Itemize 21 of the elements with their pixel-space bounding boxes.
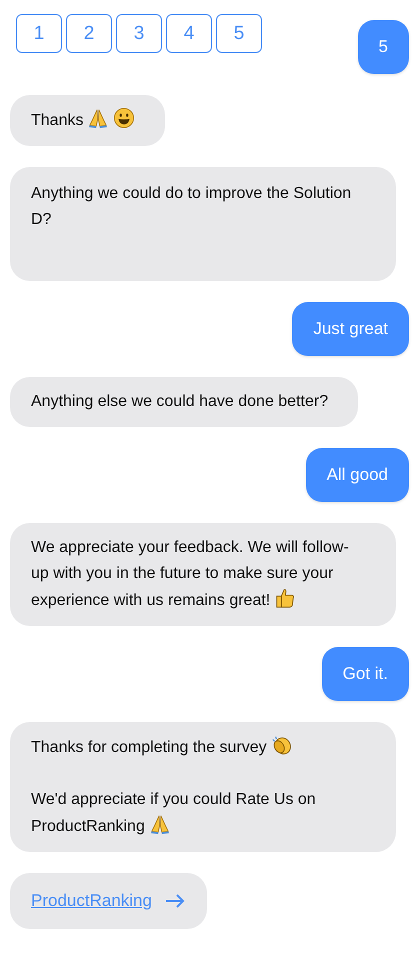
praying-hands-icon <box>87 107 110 129</box>
message-text: Thanks for completing the survey <box>31 734 366 761</box>
message-text: Thanks <box>31 107 136 134</box>
message-text: All good <box>326 464 388 486</box>
message-text: We'd appreciate if you could Rate Us on ProductRanking <box>31 790 317 837</box>
praying-hands-icon <box>148 813 171 835</box>
message-text: Anything we could do to improve the Solution D? <box>31 184 352 230</box>
rating-option[interactable]: 5 <box>216 14 262 53</box>
message-text: 5 <box>378 36 388 58</box>
rating-option[interactable]: 1 <box>16 14 62 53</box>
rating-option[interactable]: 4 <box>166 14 212 53</box>
thumbs-up-icon <box>274 587 296 609</box>
arrow-right-icon <box>164 893 186 909</box>
product-ranking-link[interactable]: ProductRanking <box>10 873 207 929</box>
message-text: Got it. <box>342 663 388 685</box>
rating-option[interactable]: 2 <box>66 14 112 53</box>
rating-option[interactable]: 3 <box>116 14 162 53</box>
grinning-face-icon <box>113 107 136 129</box>
message-text: Anything else we could have done better? <box>31 392 328 412</box>
message-text: Just great <box>313 318 388 340</box>
message-text: We appreciate your feedback. We will follow-up with you in the future to make sure your experience with us remains great! <box>31 538 350 611</box>
